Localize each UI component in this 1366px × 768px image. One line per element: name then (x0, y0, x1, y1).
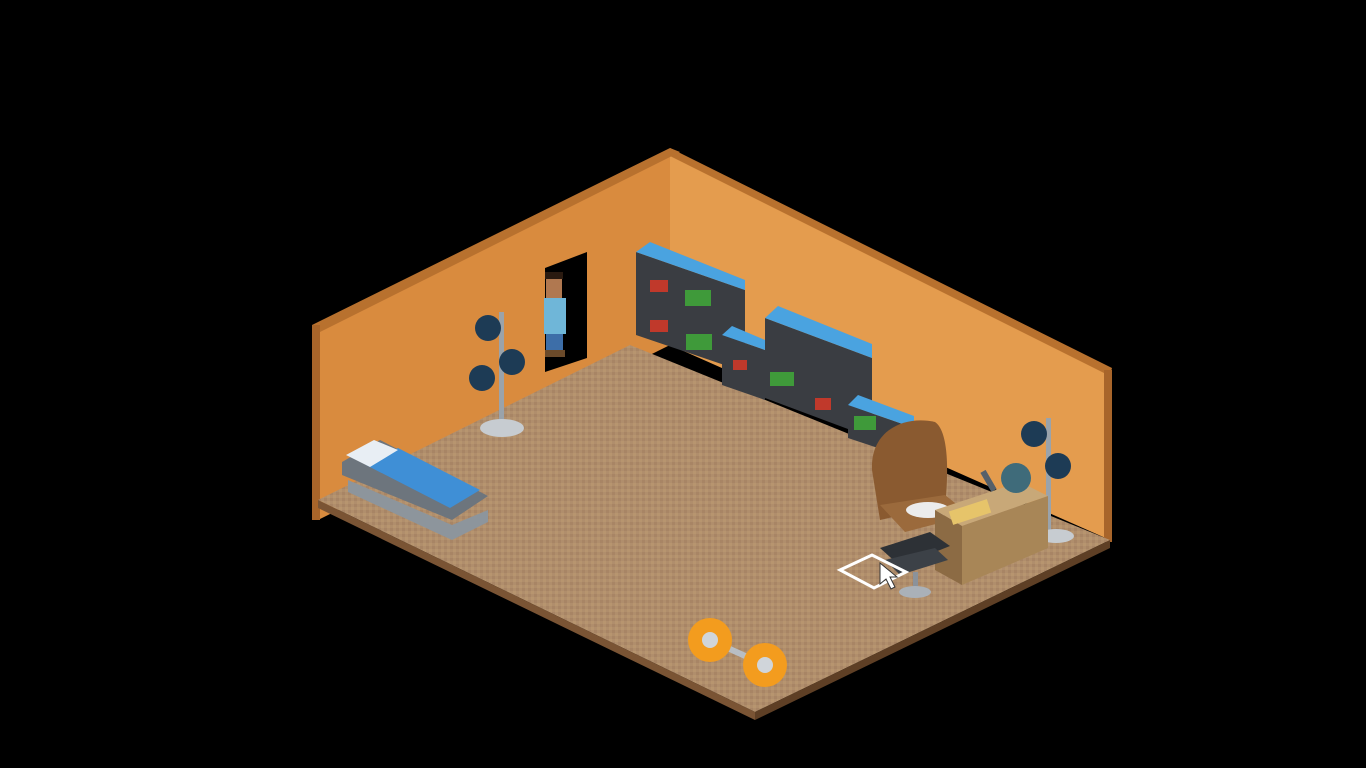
speed-bag-icon (1045, 453, 1071, 479)
speed-bag-icon (469, 365, 495, 391)
book-stack (815, 398, 831, 410)
book-stack (686, 334, 712, 350)
book-stack (685, 290, 711, 306)
chair-post (913, 572, 918, 588)
barbell-plate-left-hub (702, 632, 718, 648)
stand-base (480, 419, 524, 437)
game-viewport[interactable] (0, 0, 1366, 768)
avatar-shirt (544, 298, 566, 334)
book-stack (854, 416, 876, 430)
book-stack (650, 280, 668, 292)
barbell-plate-right-hub (757, 657, 773, 673)
avatar-head (546, 276, 562, 298)
speed-bag-icon (1021, 421, 1047, 447)
desk-globe-icon (1001, 463, 1031, 493)
right-wall-edge (1104, 370, 1112, 542)
book-stack (770, 372, 794, 386)
avatar-pants (546, 334, 563, 350)
speed-bag-icon (475, 315, 501, 341)
speed-bag-icon (499, 349, 525, 375)
chair-base (899, 586, 931, 598)
book-stack (650, 320, 668, 332)
avatar-shoes (545, 350, 565, 357)
avatar-hair (545, 272, 563, 279)
left-wall-edge (312, 325, 320, 520)
book-stack (733, 360, 747, 370)
room-canvas[interactable] (0, 0, 1366, 768)
